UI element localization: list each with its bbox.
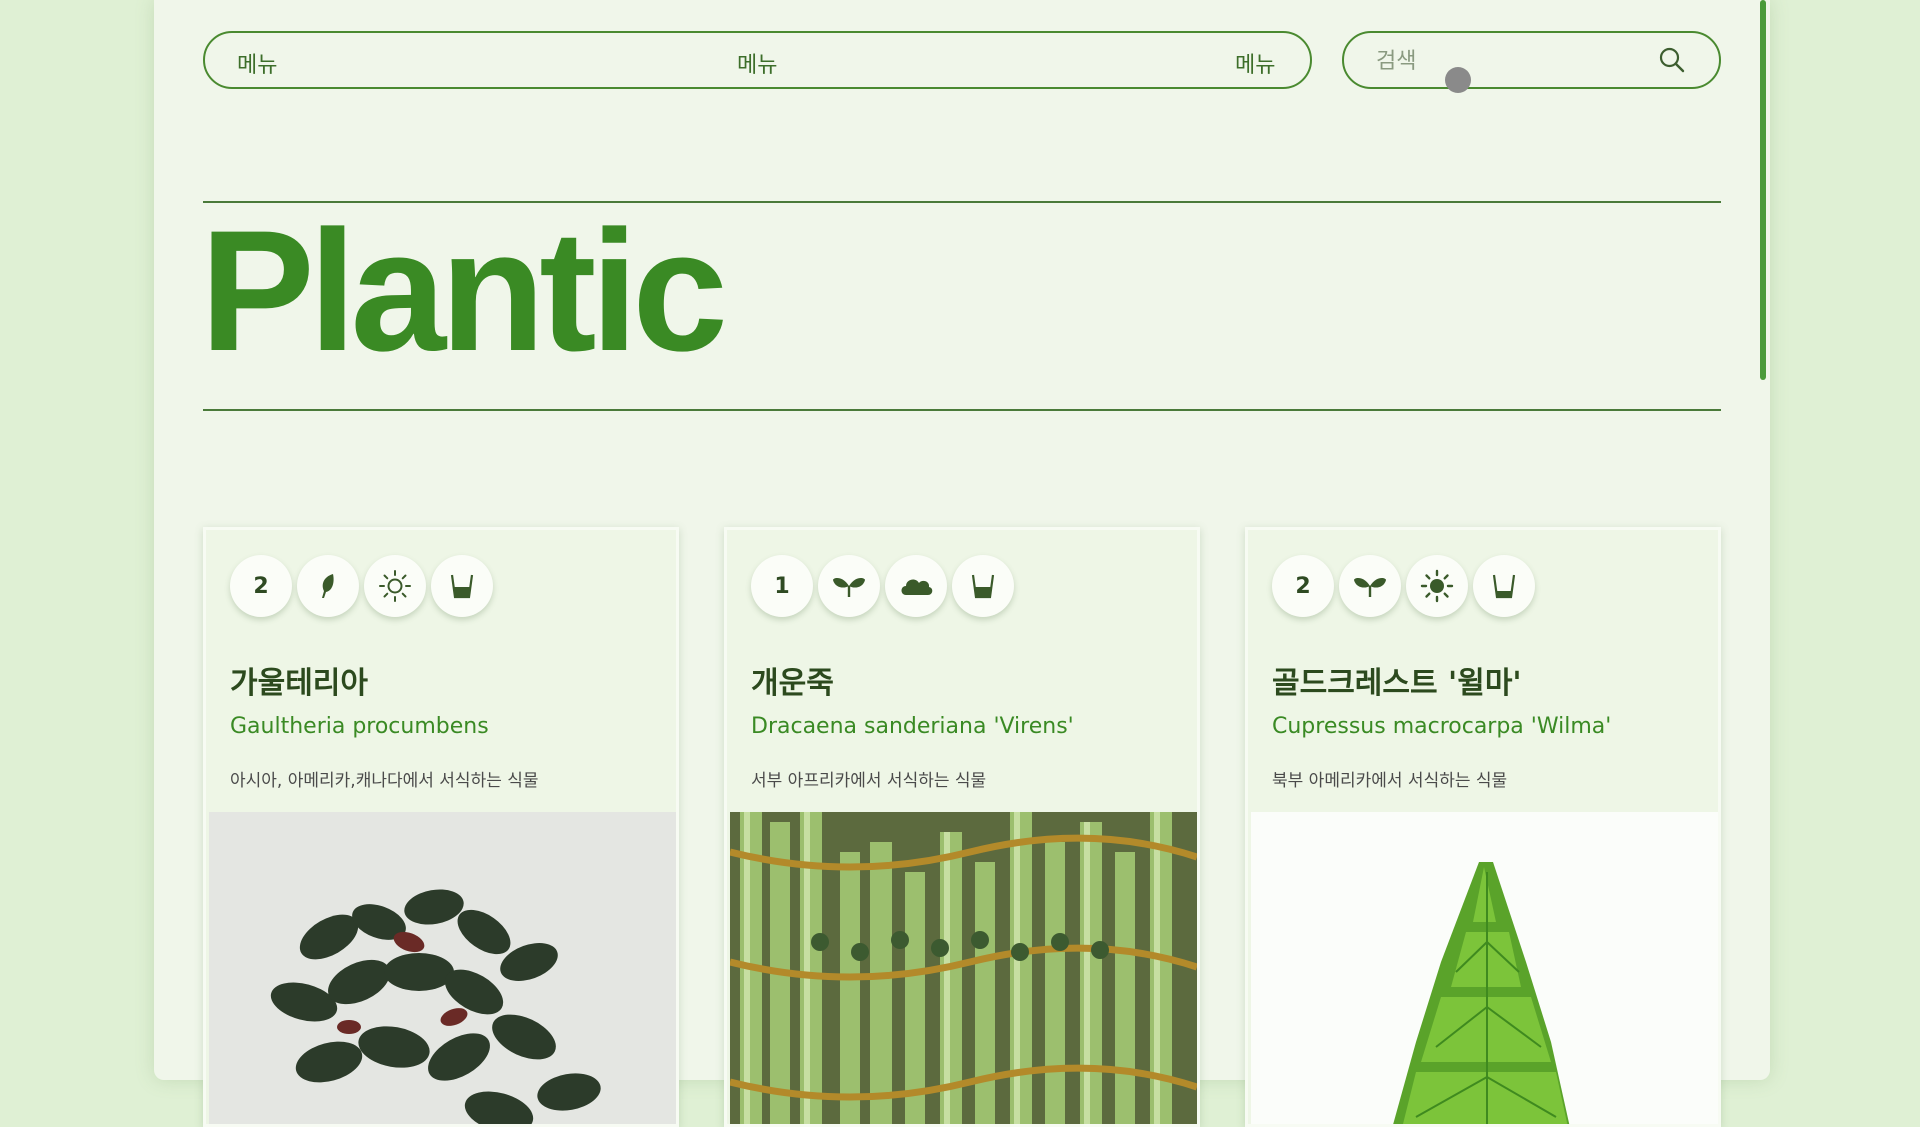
difficulty-badge: 2	[1272, 555, 1334, 617]
scientific-name: Gaultheria procumbens	[230, 714, 489, 739]
plant-card-cupressus[interactable]: 2 골드크레스트 '윌마' Cupressus macrocarpa 'Wilm…	[1245, 527, 1721, 1127]
plant-card-dracaena[interactable]: 1 개운죽 Dracaena sanderiana 'Virens' 서부 아프…	[724, 527, 1200, 1127]
difficulty-level: 2	[1295, 573, 1311, 599]
difficulty-level: 2	[253, 573, 269, 599]
plant-description: 북부 아메리카에서 서식하는 식물	[1272, 771, 1508, 791]
difficulty-badge: 2	[230, 555, 292, 617]
sprout-icon	[818, 555, 880, 617]
menu-bar: 메뉴 메뉴 메뉴	[203, 31, 1312, 89]
bottom-divider	[203, 409, 1721, 411]
plant-description: 서부 아프리카에서 서식하는 식물	[751, 771, 987, 791]
sun-outline-icon	[364, 555, 426, 617]
plant-description: 아시아, 아메리카,캐나다에서 서식하는 식물	[230, 771, 539, 791]
water-cup-icon	[431, 555, 493, 617]
menu-item-2[interactable]: 메뉴	[737, 47, 777, 79]
site-logo[interactable]: Plantic	[200, 205, 728, 377]
cloud-icon	[885, 555, 947, 617]
plant-card-gaultheria[interactable]: 2 가울테리아 Gaultheria procumbens 아시아, 아메리카,…	[203, 527, 679, 1127]
scientific-name: Cupressus macrocarpa 'Wilma'	[1272, 714, 1612, 739]
mouse-cursor	[1445, 67, 1471, 93]
water-cup-icon	[1473, 555, 1535, 617]
menu-item-3[interactable]: 메뉴	[1235, 47, 1275, 79]
plant-name[interactable]: 가울테리아	[230, 658, 368, 702]
scientific-name: Dracaena sanderiana 'Virens'	[751, 714, 1074, 739]
menu-item-1[interactable]: 메뉴	[237, 47, 277, 79]
plant-name[interactable]: 개운죽	[751, 658, 834, 702]
water-cup-icon	[952, 555, 1014, 617]
search-icon[interactable]	[1658, 46, 1686, 74]
leaf-icon	[297, 555, 359, 617]
sprout-icon	[1339, 555, 1401, 617]
plant-name[interactable]: 골드크레스트 '윌마'	[1272, 658, 1522, 702]
search-box[interactable]	[1342, 31, 1721, 89]
difficulty-badge: 1	[751, 555, 813, 617]
difficulty-level: 1	[774, 573, 790, 599]
scrollbar[interactable]	[1760, 0, 1766, 380]
search-input[interactable]	[1374, 45, 1638, 77]
sun-filled-icon	[1406, 555, 1468, 617]
